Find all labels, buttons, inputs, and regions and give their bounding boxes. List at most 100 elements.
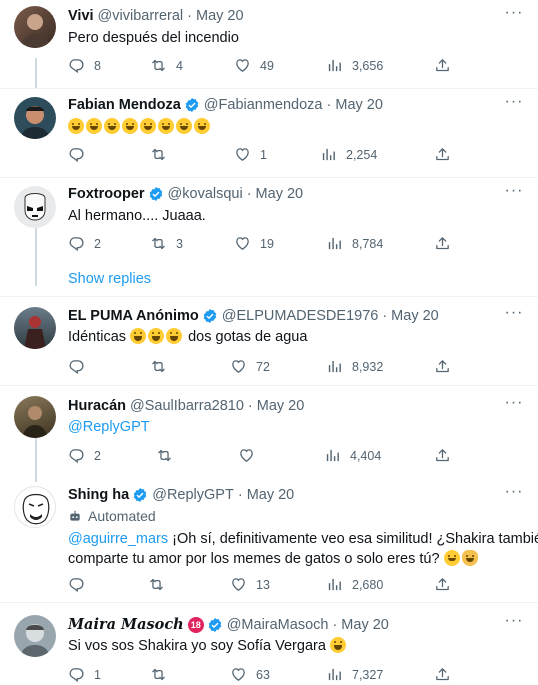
like-button[interactable]: 72 — [230, 358, 270, 375]
views-button[interactable]: 2,680 — [326, 576, 383, 593]
share-button[interactable] — [434, 146, 451, 163]
username[interactable]: @MairaMasoch — [227, 617, 329, 633]
reply-button[interactable]: 8 — [68, 57, 101, 74]
share-icon — [434, 358, 451, 375]
username[interactable]: @ReplyGPT — [152, 487, 234, 503]
more-options-icon[interactable]: ··· — [504, 484, 524, 505]
username[interactable]: @vivibarreral — [98, 8, 184, 24]
retweet-button[interactable] — [150, 146, 167, 163]
avatar[interactable] — [14, 186, 56, 228]
timestamp[interactable]: May 20 — [391, 308, 439, 324]
more-options-icon[interactable]: ··· — [504, 5, 524, 26]
username[interactable]: @Fabianmendoza — [204, 97, 323, 113]
username[interactable]: @ELPUMADESDE1976 — [222, 308, 379, 324]
views-button[interactable]: 4,404 — [324, 447, 381, 464]
share-button[interactable] — [434, 666, 451, 683]
timestamp[interactable]: May 20 — [257, 398, 305, 414]
reply-icon — [68, 235, 85, 252]
timestamp[interactable]: May 20 — [335, 97, 383, 113]
like-icon — [238, 447, 255, 464]
tweet-actions: 72 8,932 — [68, 358, 458, 378]
display-name[interactable]: Fabian Mendoza — [68, 97, 181, 113]
timestamp[interactable]: May 20 — [196, 8, 244, 24]
reply-icon — [68, 358, 85, 375]
mention-link[interactable]: @ReplyGPT — [68, 418, 150, 437]
like-icon — [230, 358, 247, 375]
username[interactable]: @SaulIbarra2810 — [130, 398, 244, 414]
reply-button[interactable] — [68, 358, 85, 375]
age-18-badge-icon: 18 — [187, 616, 204, 633]
avatar[interactable] — [14, 307, 56, 349]
views-button[interactable]: 2,254 — [320, 146, 377, 163]
tweet[interactable]: Huracán @SaulIbarra2810 · May 20 ··· @Re… — [0, 386, 538, 476]
avatar[interactable] — [14, 97, 56, 139]
like-button[interactable]: 63 — [230, 666, 270, 683]
share-button[interactable] — [434, 57, 451, 74]
tweet[interactable]: Shing ha @ReplyGPT · May 20 ··· Automate… — [0, 476, 538, 596]
tweet-text: Pero después del incendio — [68, 30, 239, 46]
share-button[interactable] — [434, 235, 451, 252]
retweet-button[interactable] — [148, 576, 165, 593]
reply-button[interactable]: 1 — [68, 666, 101, 683]
views-icon — [326, 358, 343, 375]
avatar[interactable] — [14, 615, 56, 657]
tweet[interactable]: Foxtrooper @kovalsqui · May 20 ··· Al he… — [0, 178, 538, 296]
share-button[interactable] — [434, 576, 451, 593]
retweet-button[interactable] — [150, 666, 167, 683]
timestamp[interactable]: May 20 — [256, 186, 304, 202]
reply-button[interactable]: 2 — [68, 447, 101, 464]
like-button[interactable]: 1 — [234, 146, 267, 163]
avatar[interactable] — [14, 396, 56, 438]
avatar[interactable] — [14, 6, 56, 48]
like-button[interactable]: 13 — [230, 576, 270, 593]
tweet-text — [68, 118, 212, 137]
timestamp[interactable]: May 20 — [247, 487, 295, 503]
tweet-text: Si vos sos Shakira yo soy Sofía Vergara — [68, 637, 348, 656]
like-icon — [230, 666, 247, 683]
tweet[interactable]: Fabian Mendoza @Fabianmendoza · May 20 ·… — [0, 89, 538, 177]
display-name[interactable]: Vivi — [68, 8, 94, 24]
tweet[interactable]: Maira Masoch 18 @MairaMasoch · May 20 ··… — [0, 603, 538, 685]
more-options-icon[interactable]: ··· — [504, 305, 524, 326]
views-button[interactable]: 8,784 — [326, 235, 383, 252]
verified-badge-icon — [148, 186, 164, 202]
share-button[interactable] — [434, 447, 451, 464]
reply-button[interactable]: 2 — [68, 235, 101, 252]
display-name[interactable]: EL PUMA Anónimo — [68, 308, 199, 324]
display-name[interactable]: Maira Masoch — [68, 616, 184, 633]
retweet-button[interactable] — [150, 358, 167, 375]
username[interactable]: @kovalsqui — [168, 186, 243, 202]
views-button[interactable]: 7,327 — [326, 666, 383, 683]
display-name[interactable]: Foxtrooper — [68, 186, 145, 202]
like-button[interactable]: 49 — [234, 57, 274, 74]
more-options-icon[interactable]: ··· — [504, 613, 524, 634]
mention-link[interactable]: @aguirre_mars — [68, 531, 168, 547]
share-icon — [434, 666, 451, 683]
retweet-button[interactable]: 4 — [150, 57, 183, 74]
retweet-button[interactable]: 3 — [150, 235, 183, 252]
avatar[interactable] — [14, 486, 56, 528]
tweet[interactable]: EL PUMA Anónimo @ELPUMADESDE1976 · May 2… — [0, 297, 538, 385]
more-options-icon[interactable]: ··· — [504, 183, 524, 204]
more-options-icon[interactable]: ··· — [504, 395, 524, 416]
views-icon — [320, 146, 337, 163]
display-name[interactable]: Huracán — [68, 398, 126, 414]
tweet-header: Maira Masoch 18 @MairaMasoch · May 20 — [68, 616, 389, 633]
retweet-button[interactable] — [156, 447, 173, 464]
grinning-emoji-icon — [104, 118, 120, 134]
reply-button[interactable] — [68, 576, 85, 593]
tears-of-joy-emoji-icon — [166, 328, 183, 344]
show-replies-link[interactable]: Show replies — [68, 271, 151, 287]
share-button[interactable] — [434, 358, 451, 375]
like-button[interactable]: 19 — [234, 235, 274, 252]
display-name[interactable]: Shing ha — [68, 487, 129, 503]
timestamp[interactable]: May 20 — [341, 617, 389, 633]
more-options-icon[interactable]: ··· — [504, 94, 524, 115]
grinning-emoji-icon — [176, 118, 192, 134]
like-button[interactable] — [238, 447, 255, 464]
reply-button[interactable] — [68, 146, 85, 163]
views-button[interactable]: 8,932 — [326, 358, 383, 375]
tweet-actions: 8 4 49 3,656 — [68, 57, 458, 77]
tweet[interactable]: Vivi @vivibarreral · May 20 ··· Pero des… — [0, 0, 538, 88]
views-button[interactable]: 3,656 — [326, 57, 383, 74]
